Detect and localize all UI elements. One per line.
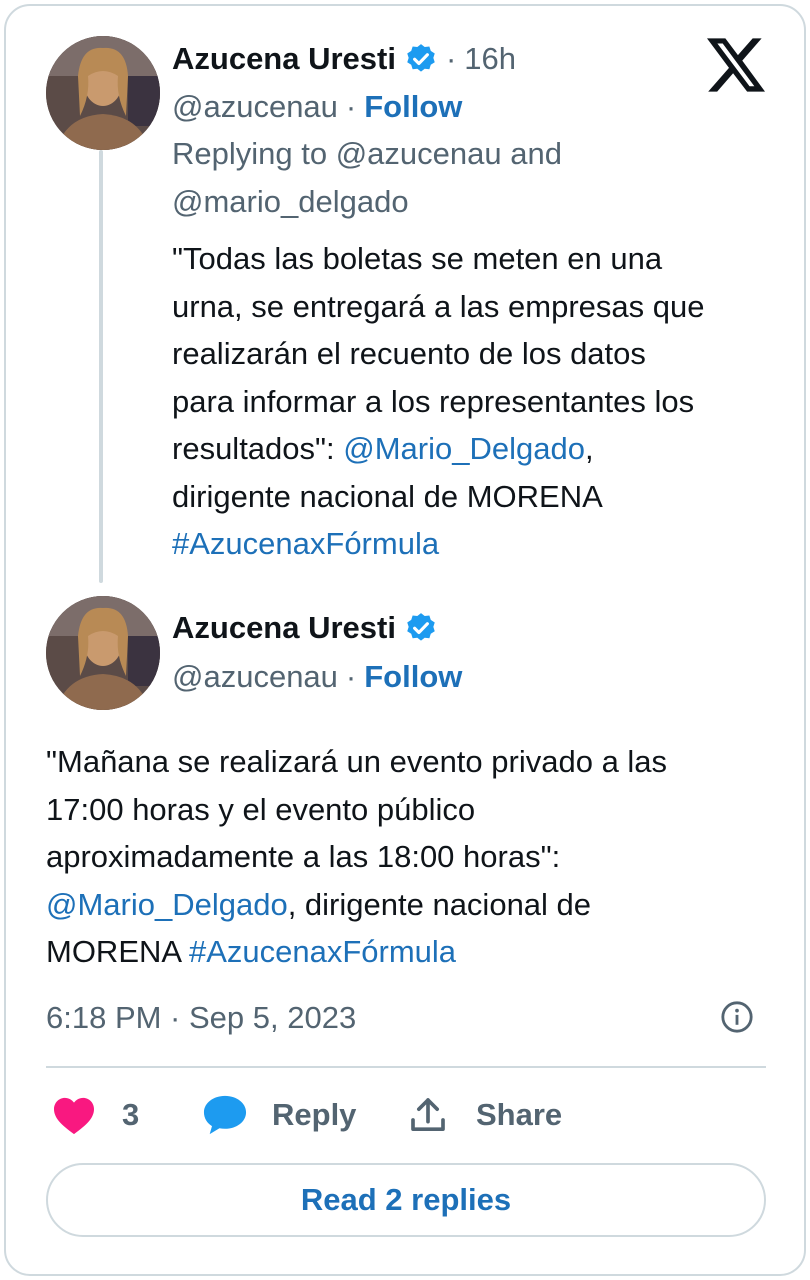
replying-to-line[interactable]: @mario_delgado bbox=[172, 178, 562, 226]
text-fragment: , bbox=[584, 431, 594, 466]
author-name[interactable]: Azucena Uresti bbox=[172, 41, 396, 77]
avatar[interactable] bbox=[46, 36, 160, 150]
author-handle[interactable]: @azucenau bbox=[172, 659, 338, 695]
heart-icon bbox=[54, 1097, 94, 1135]
tweet-text-line: @Mario_Delgado, dirigente nacional de bbox=[46, 881, 667, 929]
tweet-text-line: resultados": @Mario_Delgado, bbox=[172, 425, 704, 473]
follow-button[interactable]: Follow bbox=[364, 89, 462, 125]
mention-link[interactable]: @Mario_Delgado bbox=[343, 431, 585, 466]
tweet-text-line: "Mañana se realizará un evento privado a… bbox=[46, 744, 668, 779]
tweet-text-line: aproximadamente a las 18:00 horas": bbox=[46, 839, 561, 874]
share-upload-icon bbox=[411, 1098, 445, 1131]
tweet-text: "Todas las boletas se meten en una urna,… bbox=[172, 235, 704, 568]
verified-badge-icon bbox=[407, 44, 435, 72]
mention-link[interactable]: @Mario_Delgado bbox=[46, 887, 288, 922]
timestamp-row: 6:18 PM · Sep 5, 2023 bbox=[46, 997, 356, 1039]
tweet-text-line: dirigente nacional de MORENA bbox=[172, 478, 603, 514]
time-ago[interactable]: 16h bbox=[464, 41, 516, 77]
replying-to: Replying to @azucenau and @mario_delgado bbox=[172, 130, 562, 225]
tweet-text: "Mañana se realizará un evento privado a… bbox=[46, 738, 667, 976]
handle-row: @azucenau · Follow bbox=[172, 86, 462, 128]
read-replies-label: Read 2 replies bbox=[300, 1182, 512, 1217]
read-replies-button[interactable]: Read 2 replies bbox=[46, 1163, 766, 1237]
tweet-header: Azucena Uresti · 16h bbox=[172, 38, 516, 80]
avatar[interactable] bbox=[46, 596, 160, 710]
separator-dot: · bbox=[445, 41, 457, 76]
handle-row: @azucenau · Follow bbox=[172, 656, 462, 698]
divider bbox=[46, 1066, 766, 1068]
follow-button[interactable]: Follow bbox=[364, 659, 462, 695]
text-fragment: resultados": bbox=[172, 431, 344, 466]
tweet-timestamp[interactable]: 6:18 PM · Sep 5, 2023 bbox=[46, 1000, 356, 1036]
text-fragment: , dirigente nacional de bbox=[287, 886, 592, 922]
x-logo-icon[interactable] bbox=[707, 38, 765, 92]
share-button[interactable]: Share bbox=[408, 1093, 562, 1137]
author-handle[interactable]: @azucenau bbox=[172, 89, 338, 125]
separator-dot: · bbox=[345, 89, 357, 124]
tweet-text-line: MORENA #AzucenaxFórmula bbox=[46, 928, 667, 976]
hashtag-link[interactable]: #AzucenaxFórmula bbox=[189, 934, 456, 969]
tweet-text-line: 17:00 horas y el evento público bbox=[46, 791, 476, 827]
reply-label: Reply bbox=[272, 1097, 357, 1132]
separator-dot: · bbox=[345, 659, 357, 694]
thread-connector bbox=[99, 150, 103, 583]
tweet-text-line: para informar a los representantes los bbox=[172, 383, 695, 419]
tweet-text-line: "Todas las boletas se meten en una bbox=[172, 241, 663, 276]
verified-badge-icon bbox=[407, 613, 435, 641]
tweet-text-line: urna, se entregará a las empresas que bbox=[172, 288, 705, 324]
tweet-header: Azucena Uresti bbox=[172, 607, 438, 649]
like-button[interactable]: 3 bbox=[52, 1093, 139, 1137]
speech-bubble-icon bbox=[203, 1095, 247, 1135]
author-name[interactable]: Azucena Uresti bbox=[172, 610, 396, 646]
info-icon[interactable] bbox=[720, 1000, 754, 1034]
reply-button[interactable]: Reply bbox=[202, 1093, 356, 1137]
tweet-text-line: realizarán el recuento de los datos bbox=[172, 336, 646, 371]
share-label: Share bbox=[476, 1097, 563, 1132]
text-fragment: MORENA bbox=[46, 934, 189, 969]
hashtag-link[interactable]: #AzucenaxFórmula bbox=[172, 520, 704, 568]
like-count: 3 bbox=[122, 1097, 140, 1132]
replying-to-line[interactable]: Replying to @azucenau and bbox=[172, 130, 562, 178]
